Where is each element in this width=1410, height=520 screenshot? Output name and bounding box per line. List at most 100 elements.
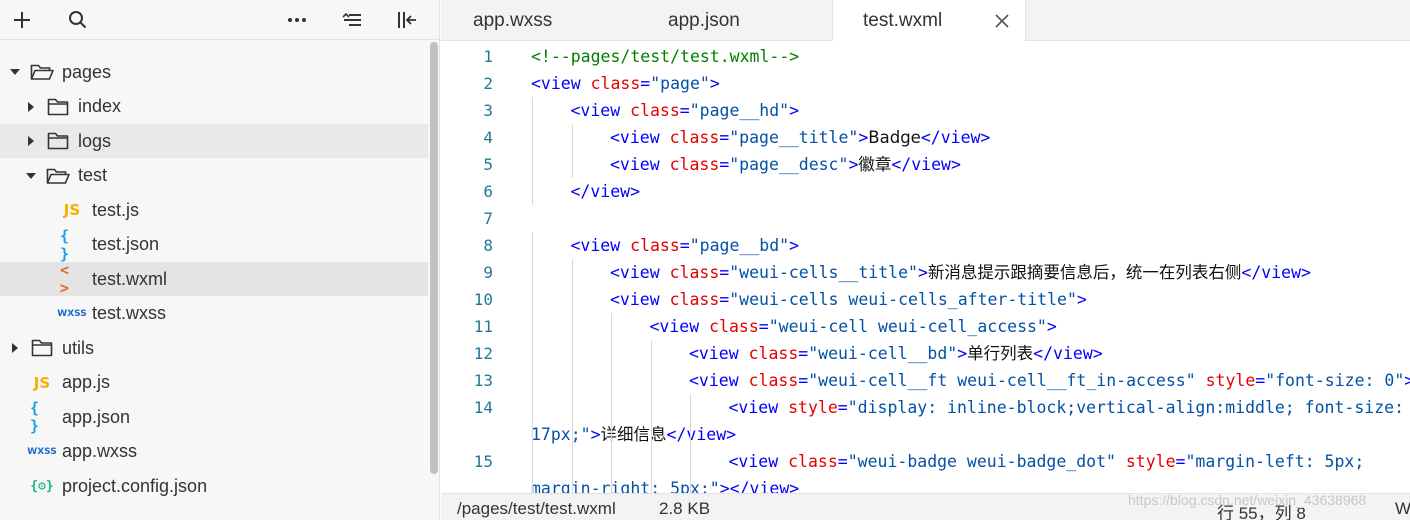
indent-guide	[650, 340, 652, 367]
code-line[interactable]: <view class="weui-cell__ft weui-cell__ft…	[689, 367, 1410, 394]
code-token: margin-right: 5px;"	[531, 479, 720, 493]
indent-guide	[611, 448, 612, 475]
tree-item[interactable]: { } app.json	[0, 399, 428, 435]
code-token: class	[669, 128, 720, 147]
code-token: "page__bd"	[689, 236, 790, 255]
code-token: </view>	[891, 155, 961, 174]
line-number: 4	[483, 128, 493, 147]
tree-item[interactable]: {⚙} project.config.json	[0, 469, 428, 503]
code-line[interactable]: <!--pages/test/test.wxml-->	[531, 43, 799, 70]
indent-guide	[571, 421, 573, 448]
code-line[interactable]: <view class="weui-cells weui-cells_after…	[610, 286, 1087, 313]
tree-item-label: pages	[62, 61, 112, 82]
tree-item[interactable]: < > test.wxml	[0, 261, 428, 297]
code-token: </view>	[1241, 263, 1311, 282]
tree-item[interactable]: JS app.js	[0, 366, 428, 400]
code-line[interactable]: <view class="page__title">Badge</view>	[610, 124, 990, 151]
code-token: >	[858, 128, 869, 147]
code-line[interactable]: <view class="weui-cells__title">新消息提示跟摘要…	[610, 259, 1311, 286]
code-token: "weui-cell__ft weui-cell__ft_in-access"	[808, 371, 1196, 390]
code-token: </view>	[666, 425, 737, 444]
indent-guide	[690, 394, 691, 421]
code-line[interactable]: <view class="weui-cell weui-cell_access"…	[650, 313, 1057, 340]
status-trailing: W	[1395, 499, 1410, 518]
tab-app-json[interactable]: app.json	[633, 0, 833, 41]
indent-guide	[690, 448, 691, 475]
code-token: =	[798, 371, 809, 390]
code-token: =	[719, 128, 730, 147]
tree-item-label: test.wxml	[92, 268, 168, 289]
code-token: =	[837, 398, 848, 417]
code-token: =	[1255, 371, 1266, 390]
tree-item[interactable]: JS test.js	[0, 193, 428, 227]
config-file-icon: {⚙}	[30, 478, 54, 494]
code-token: style	[788, 398, 838, 417]
indent-guide	[650, 394, 652, 421]
folder-icon	[46, 131, 70, 151]
code-token: >	[789, 236, 799, 255]
line-number: 9	[483, 263, 493, 282]
indent-guide	[571, 259, 573, 286]
json-file-icon: { }	[60, 226, 71, 263]
chevron-down-icon[interactable]	[24, 169, 38, 183]
code-token: "weui-cell weui-cell_access"	[768, 317, 1047, 336]
code-line[interactable]: </view>	[571, 178, 641, 205]
code-token: style	[1205, 371, 1256, 390]
tree-item[interactable]: { } test.json	[0, 226, 428, 263]
tab-app-wxss[interactable]: app.wxss	[441, 0, 633, 41]
code-token: class	[669, 290, 720, 309]
js-file-icon: JS	[33, 373, 51, 392]
tab-test-wxml[interactable]: test.wxml	[832, 0, 1026, 42]
editor-tab-bar: app.wxss app.json test.wxml	[441, 0, 1410, 42]
tree-item-label: app.wxss	[62, 441, 138, 461]
code-token: Badge	[868, 128, 921, 147]
indent-guide	[532, 421, 533, 448]
tree-item[interactable]: logs	[0, 124, 428, 158]
explorer-scrollbar[interactable]	[428, 40, 439, 520]
toggle-sidebar-icon[interactable]	[392, 4, 424, 36]
tree-item[interactable]: WXSS test.wxss	[0, 297, 428, 331]
tree-item-label: test.wxss	[92, 303, 167, 323]
search-icon[interactable]	[62, 4, 94, 36]
code-line[interactable]: <view class="page__bd">	[571, 232, 800, 259]
code-line[interactable]: <view class="page">	[531, 70, 720, 97]
tree-item[interactable]: pages	[0, 55, 428, 89]
wxss-file-icon: WXSS	[27, 446, 57, 457]
code-line[interactable]: <view class="weui-cell__bd">单行列表</view>	[689, 340, 1103, 367]
tree-item[interactable]: WXSS app.wxss	[0, 435, 428, 469]
indent-guide	[650, 475, 652, 493]
indent-guide	[611, 475, 612, 493]
line-number: 7	[483, 209, 493, 228]
chevron-down-icon[interactable]	[8, 65, 22, 79]
tree-item[interactable]: test	[0, 159, 428, 193]
close-icon[interactable]	[993, 12, 1011, 30]
code-line[interactable]: <view class="weui-badge weui-badge_dot" …	[729, 448, 1365, 475]
code-token: </view>	[1033, 344, 1103, 363]
indent-guide	[571, 367, 573, 394]
indent-guide	[611, 340, 612, 367]
code-line[interactable]: 17px;">详细信息</view>	[531, 421, 736, 448]
tree-item[interactable]: index	[0, 90, 428, 124]
tab-label: app.wxss	[473, 9, 553, 31]
more-icon[interactable]	[281, 4, 313, 36]
tree-item-label: index	[78, 96, 122, 116]
indent-guide	[571, 394, 573, 421]
code-line[interactable]: <view style="display: inline-block;verti…	[729, 394, 1405, 421]
code-token: "page"	[650, 74, 710, 93]
tree-item-label: test.json	[92, 234, 160, 254]
tree-item[interactable]: utils	[0, 331, 428, 365]
collapse-all-icon[interactable]	[336, 4, 368, 36]
code-token: "weui-cells weui-cells_after-title"	[729, 290, 1077, 309]
code-token: "weui-cells__title"	[729, 263, 918, 282]
code-line[interactable]: <view class="page__desc">徽章</view>	[610, 151, 961, 178]
explorer-scroll-thumb[interactable]	[430, 42, 438, 474]
chevron-right-icon[interactable]	[24, 134, 38, 148]
chevron-right-icon[interactable]	[8, 341, 22, 355]
code-token: =	[719, 290, 730, 309]
plus-icon[interactable]	[6, 4, 38, 36]
code-line[interactable]: <view class="page__hd">	[571, 97, 800, 124]
chevron-right-icon[interactable]	[24, 100, 38, 114]
code-token: "weui-badge weui-badge_dot"	[847, 452, 1116, 471]
code-editor[interactable]: 1 <!--pages/test/test.wxml--> 2 <view class…	[441, 41, 1410, 493]
code-token: =	[798, 344, 809, 363]
